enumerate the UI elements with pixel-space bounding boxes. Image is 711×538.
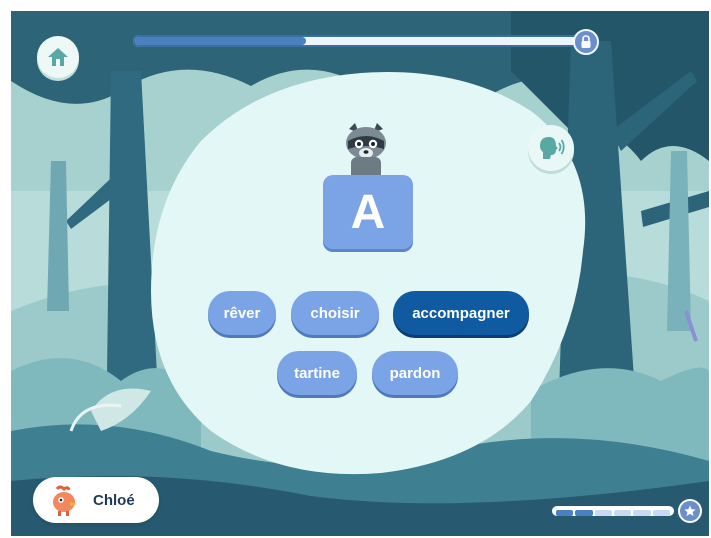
game-scene: A rêver choisir accompagner tartine pard… <box>11 11 709 536</box>
progress-bar <box>133 35 581 47</box>
avatar <box>53 485 77 516</box>
star-icon <box>684 505 696 516</box>
word-choice-label: rêver <box>223 304 261 322</box>
level-star-badge <box>678 499 702 523</box>
level-segment <box>575 510 593 516</box>
level-progress-track <box>552 506 674 516</box>
word-choice-rever[interactable]: rêver <box>208 291 276 335</box>
word-choice-label: choisir <box>310 304 360 322</box>
progress-fill <box>135 37 306 45</box>
level-segment <box>633 510 651 516</box>
word-choice-label: accompagner <box>412 304 510 322</box>
word-choice-tartine[interactable]: tartine <box>277 351 357 395</box>
home-icon <box>48 48 68 66</box>
sound-button[interactable] <box>528 125 574 171</box>
word-choice-label: tartine <box>294 364 340 382</box>
level-segment <box>652 510 670 516</box>
player-name: Chloé <box>93 491 135 509</box>
player-profile-chip[interactable]: Chloé <box>33 477 159 523</box>
word-choice-choisir[interactable]: choisir <box>291 291 379 335</box>
speaker-head-icon <box>540 137 565 159</box>
exercise-bubble <box>151 72 586 475</box>
level-segment <box>556 510 574 516</box>
lock-icon <box>581 35 591 48</box>
word-choice-accompagner[interactable]: accompagner <box>393 291 529 335</box>
level-segment <box>594 510 612 516</box>
target-letter: A <box>350 185 386 239</box>
level-progress <box>552 499 702 523</box>
level-segment <box>614 510 632 516</box>
word-choice-pardon[interactable]: pardon <box>372 351 458 395</box>
home-button[interactable] <box>37 36 79 78</box>
word-choice-label: pardon <box>389 364 441 382</box>
target-letter-card: A <box>323 175 413 249</box>
lock-button[interactable] <box>573 29 599 55</box>
